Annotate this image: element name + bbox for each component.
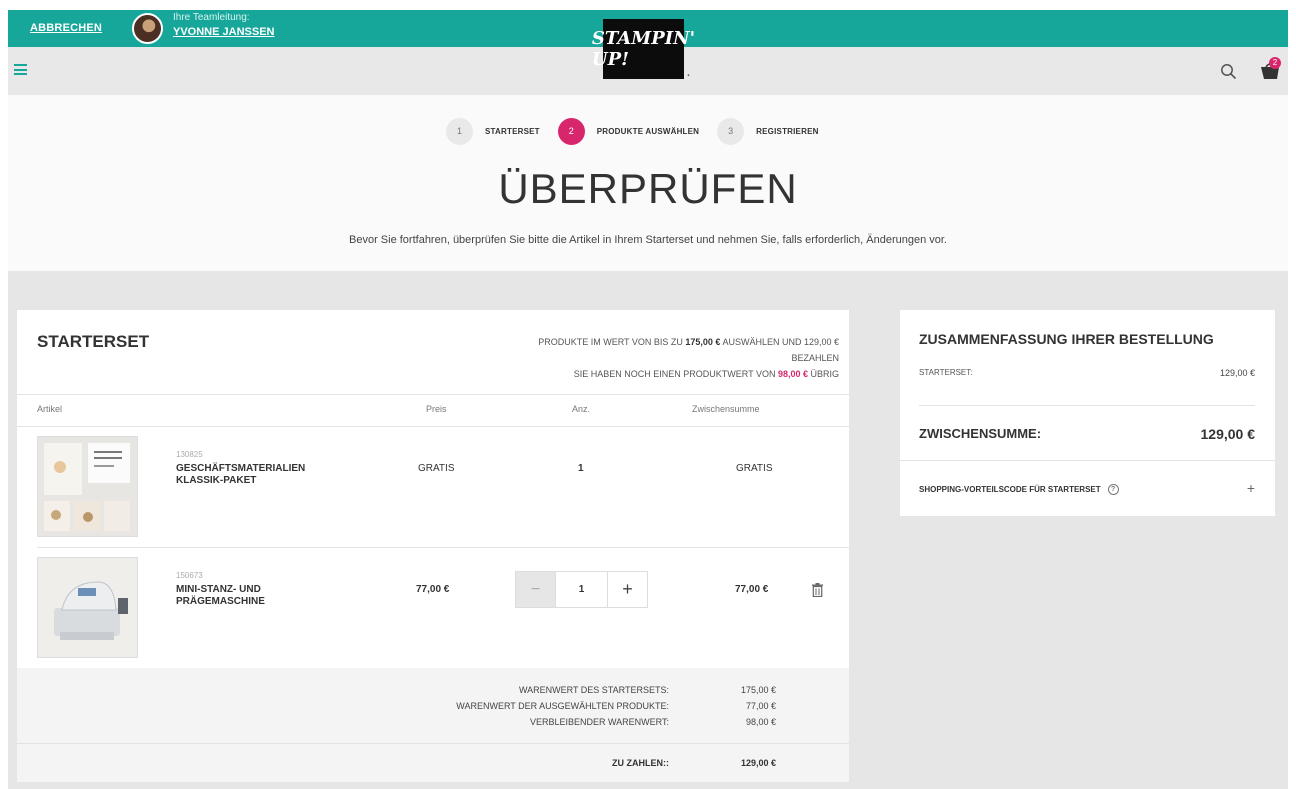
team-lead-label: Ihre Teamleitung: (173, 12, 250, 23)
cart-count-badge: 2 (1269, 57, 1281, 69)
summary-subtotal-value: 129,00 € (1200, 426, 1256, 442)
info-text: PRODUKTE IM WERT VON BIS ZU (538, 337, 686, 347)
promo-code-toggle[interactable]: SHOPPING-VORTEILSCODE FÜR STARTERSET ? (919, 484, 1119, 495)
menu-icon[interactable] (14, 64, 27, 75)
product-subtotal: 77,00 € (735, 584, 769, 595)
team-lead-avatar (132, 13, 163, 44)
trash-icon[interactable] (812, 583, 823, 597)
team-lead-name-link[interactable]: YVONNE JANSSEN (173, 26, 274, 38)
product-image-mini-stanzmaschine[interactable] (37, 557, 138, 658)
set-value-label: WARENWERT DES STARTERSETS: (518, 685, 669, 695)
order-summary-card: ZUSAMMENFASSUNG IHRER BESTELLUNG STARTER… (900, 310, 1275, 516)
product-sku: 150673 (176, 571, 203, 580)
info-remaining-value: 98,00 € (777, 369, 808, 379)
product-sku: 130825 (176, 450, 203, 459)
expand-promo-icon[interactable]: + (1247, 480, 1255, 496)
amount-due: 129,00 € (740, 758, 776, 768)
search-icon[interactable] (1220, 63, 1237, 80)
column-header-qty: Anz. (572, 404, 591, 414)
info-text: AUSWÄHLEN UND 129,00 € (720, 337, 839, 347)
summary-starterset-value: 129,00 € (1219, 368, 1255, 378)
step-number: 1 (446, 117, 473, 145)
progress-steps: 1 STARTERSET 2 PRODUKTE AUSWÄHLEN 3 REGI… (446, 117, 837, 145)
selected-value-label: WARENWERT DER AUSGEWÄHLTEN PRODUKTE: (456, 701, 669, 711)
step-label: STARTERSET (485, 126, 540, 136)
info-text: ÜBRIG (807, 369, 839, 379)
starterset-card: STARTERSET PRODUKTE IM WERT VON BIS ZU 1… (17, 310, 849, 782)
selected-value: 77,00 € (745, 701, 776, 711)
logo-text: STAMPIN' UP! (591, 28, 696, 70)
product-qty: 1 (578, 463, 584, 474)
main-navbar: STAMPIN' UP! . 2 (8, 19, 1288, 95)
remaining-value: 98,00 € (745, 717, 776, 727)
step-produkte-auswaehlen[interactable]: 2 PRODUKTE AUSWÄHLEN (557, 117, 700, 145)
step-label: PRODUKTE AUSWÄHLEN (596, 126, 700, 136)
quantity-stepper: − 1 + (515, 571, 648, 608)
product-name[interactable]: MINI-STANZ- UND PRÄGEMASCHINE (176, 584, 346, 608)
starterset-totals: WARENWERT DES STARTERSETS: 175,00 € WARE… (17, 668, 849, 782)
info-max-value: 175,00 € (685, 337, 721, 347)
page-title: ÜBERPRÜFEN (498, 165, 798, 212)
step-number: 3 (717, 117, 745, 145)
step-number: 2 (557, 117, 585, 145)
increase-qty-button[interactable]: + (608, 572, 647, 607)
product-name[interactable]: GESCHÄFTSMATERIALIEN KLASSIK-PAKET (176, 463, 346, 487)
summary-subtotal-label: ZWISCHENSUMME: (919, 426, 1042, 441)
summary-starterset-label: STARTERSET: (919, 368, 973, 377)
stampin-up-logo[interactable]: STAMPIN' UP! . (592, 19, 695, 79)
remaining-value-label: VERBLEIBENDER WARENWERT: (529, 717, 669, 727)
table-row: 150673 MINI-STANZ- UND PRÄGEMASCHINE 77,… (17, 547, 849, 668)
product-image-geschaeftsmaterialien[interactable] (37, 436, 138, 537)
page-intro: Bevor Sie fortfahren, überprüfen Sie bit… (349, 234, 947, 246)
product-price: 77,00 € (416, 584, 450, 595)
promo-code-label: SHOPPING-VORTEILSCODE FÜR STARTERSET (919, 485, 1101, 494)
quantity-value[interactable]: 1 (555, 572, 608, 607)
product-price: GRATIS (418, 463, 455, 474)
info-text: SIE HABEN NOCH EINEN PRODUKTWERT VON (573, 369, 778, 379)
step-registrieren[interactable]: 3 REGISTRIEREN (717, 117, 819, 145)
column-header-price: Preis (426, 404, 447, 414)
order-summary-title: ZUSAMMENFASSUNG IHRER BESTELLUNG (919, 331, 1214, 347)
step-starterset[interactable]: 1 STARTERSET (446, 117, 540, 145)
amount-due-label: ZU ZAHLEN:: (612, 758, 669, 768)
column-header-subtotal: Zwischensumme (692, 404, 760, 414)
step-label: REGISTRIEREN (756, 126, 819, 136)
cancel-link[interactable]: ABBRECHEN (30, 22, 102, 34)
help-icon[interactable]: ? (1107, 484, 1119, 495)
starterset-title: STARTERSET (37, 332, 150, 351)
page-header: 1 STARTERSET 2 PRODUKTE AUSWÄHLEN 3 REGI… (8, 95, 1288, 271)
product-subtotal: GRATIS (736, 463, 773, 474)
table-row: 130825 GESCHÄFTSMATERIALIEN KLASSIK-PAKE… (17, 426, 849, 547)
set-value: 175,00 € (740, 685, 776, 695)
info-text: BEZAHLEN (791, 353, 839, 363)
column-header-article: Artikel (37, 404, 63, 414)
decrease-qty-button[interactable]: − (516, 572, 555, 607)
starterset-info: PRODUKTE IM WERT VON BIS ZU 175,00 € AUS… (419, 334, 839, 382)
